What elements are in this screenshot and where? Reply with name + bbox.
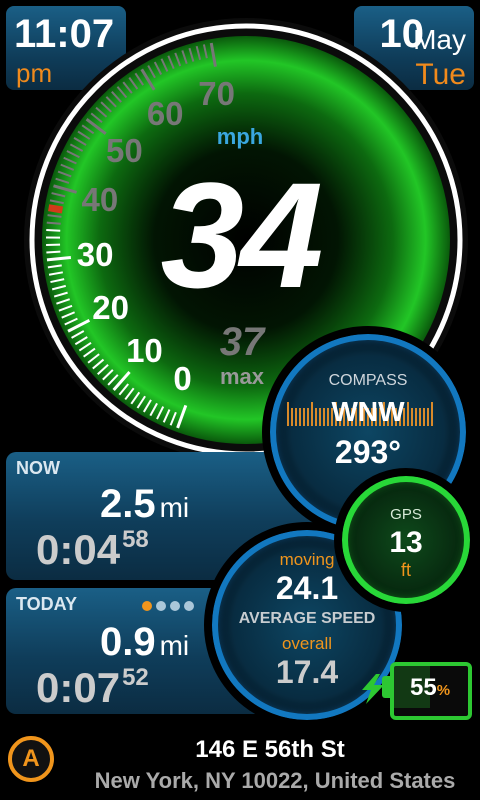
gps-unit: ft	[400, 560, 411, 580]
avg-speed-title: AVERAGE SPEED	[238, 610, 376, 627]
compass-title: COMPASS	[328, 372, 408, 389]
today-time-seconds: 52	[122, 664, 149, 691]
now-time: 0:0458	[36, 526, 149, 574]
now-title: NOW	[16, 458, 60, 478]
page-dot-3[interactable]	[170, 601, 180, 611]
speed-tick-label: 40	[81, 180, 119, 218]
speed-tick	[48, 204, 64, 214]
battery-indicator: 55%	[360, 662, 472, 720]
address-city: New York, NY 10022, United States	[94, 768, 456, 793]
speed-tick-label: 0	[173, 360, 192, 398]
address-bar: A 146 E 56th St New York, NY 10022, Unit…	[0, 722, 480, 800]
now-time-seconds: 58	[122, 526, 149, 553]
speed-tick	[46, 221, 61, 225]
now-distance-value: 2.5	[100, 482, 156, 526]
today-time-value: 0:07	[36, 664, 121, 711]
battery-text: 55%	[410, 674, 450, 702]
now-time-value: 0:04	[36, 526, 121, 573]
gps-status-icon[interactable]: A	[8, 736, 54, 782]
battery-unit: %	[436, 682, 451, 699]
speed-tick-label: 30	[76, 235, 114, 273]
speed-unit-label: mph	[216, 124, 264, 149]
compass-degrees: 293°	[334, 434, 402, 470]
now-distance-unit: mi	[159, 492, 190, 523]
page-dot-1[interactable]	[142, 601, 152, 611]
gps-title: GPS	[390, 506, 422, 523]
current-speed: 34	[160, 151, 324, 319]
compass-direction: WNW	[331, 396, 405, 427]
speed-tick-label: 10	[126, 331, 163, 369]
battery-value: 55	[410, 674, 437, 701]
address-street: 146 E 56th St	[195, 736, 345, 763]
max-speed-value: 37	[219, 320, 265, 364]
today-time: 0:0752	[36, 664, 149, 712]
speed-tick-label: 70	[198, 75, 236, 113]
speed-tick-label: 20	[92, 288, 130, 326]
today-title: TODAY	[16, 594, 78, 614]
today-distance-value: 0.9	[100, 620, 156, 664]
avg-overall-label: overall	[281, 634, 333, 653]
now-distance: 2.5 mi	[100, 482, 300, 527]
speed-tick-label: 60	[146, 94, 184, 132]
page-dot-4[interactable]	[184, 601, 194, 611]
page-dot-2[interactable]	[156, 601, 166, 611]
gps-accuracy: 13	[389, 526, 423, 559]
speed-tick	[46, 229, 61, 232]
max-speed-label: max	[219, 364, 265, 389]
speed-tick-label: 50	[106, 131, 143, 169]
page-indicator[interactable]	[142, 598, 198, 616]
speed-tick	[46, 250, 61, 254]
gps-dial[interactable]: GPS 13 ft	[334, 468, 478, 612]
today-distance-unit: mi	[159, 630, 190, 661]
